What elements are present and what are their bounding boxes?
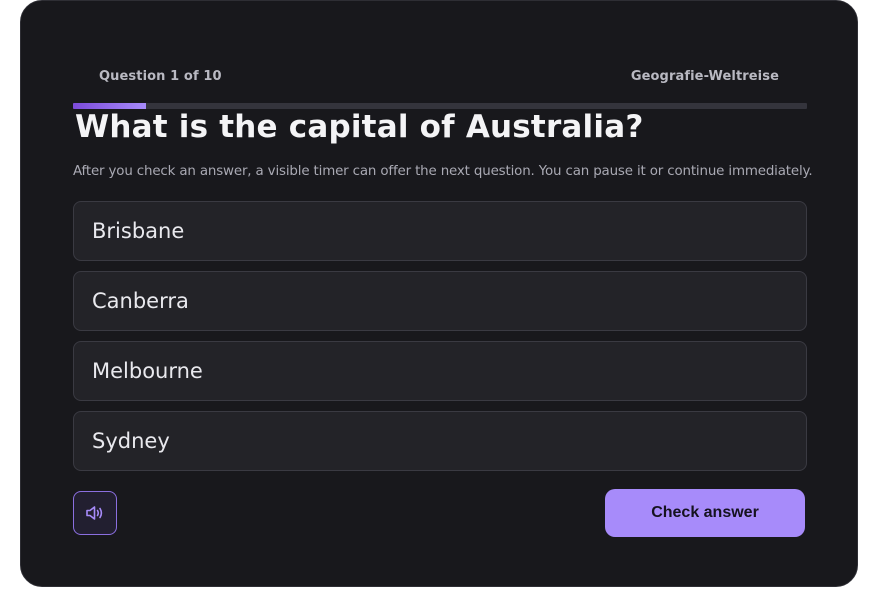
check-answer-button[interactable]: Check answer [605, 489, 805, 537]
answer-option-melbourne[interactable]: Melbourne [73, 341, 807, 401]
question-title: What is the capital of Australia? [75, 109, 644, 145]
answer-option-sydney[interactable]: Sydney [73, 411, 807, 471]
timer-hint: After you check an answer, a visible tim… [73, 164, 813, 179]
answer-option-canberra[interactable]: Canberra [73, 271, 807, 331]
question-counter: Question 1 of 10 [99, 69, 222, 84]
answer-option-brisbane[interactable]: Brisbane [73, 201, 807, 261]
quiz-category: Geografie-Weltreise [630, 69, 779, 84]
speaker-icon [86, 506, 103, 520]
quiz-card: Question 1 of 10 Geografie-Weltreise Wha… [20, 0, 858, 587]
sound-toggle-button[interactable] [73, 491, 117, 535]
answer-options: Brisbane Canberra Melbourne Sydney [73, 201, 807, 481]
